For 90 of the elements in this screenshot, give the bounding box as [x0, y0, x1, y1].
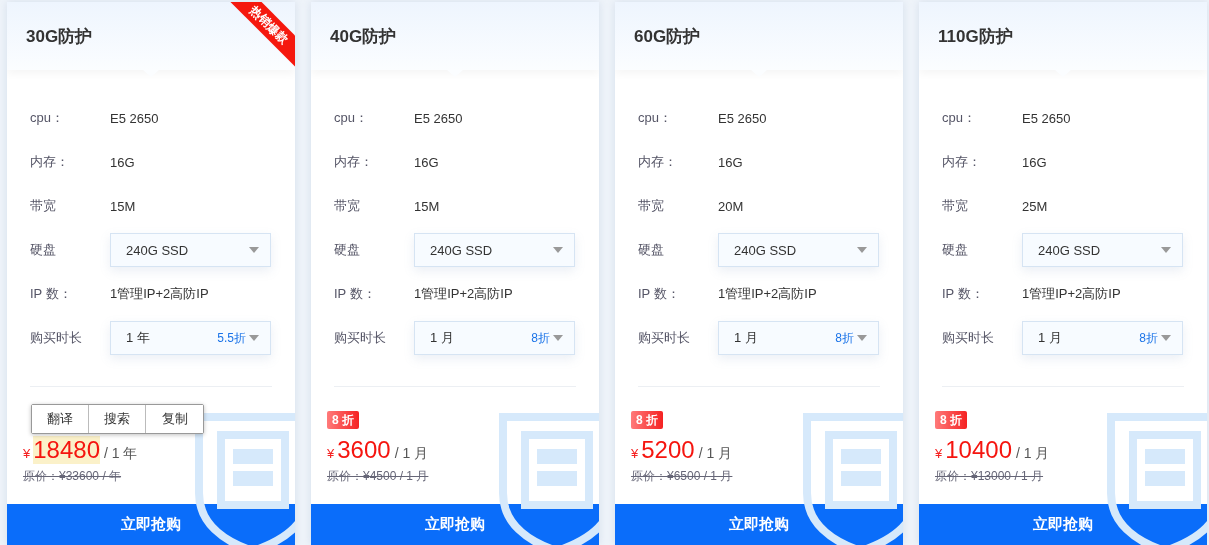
original-price: 原价：¥33600 / 年	[23, 468, 123, 485]
spec-label: cpu：	[334, 109, 369, 127]
buy-button[interactable]: 立即抢购	[311, 504, 599, 545]
original-price: 原价：¥13000 / 1 月	[935, 468, 1045, 485]
spec-label: 内存：	[942, 153, 982, 171]
spec-label: IP 数：	[638, 285, 681, 303]
spec-value: 15M	[414, 198, 440, 214]
spec-label: 硬盘	[334, 241, 361, 259]
spec-value: 1管理IP+2高防IP	[718, 285, 817, 303]
select-field[interactable]: 1 月 8折	[1022, 321, 1183, 355]
buy-button[interactable]: 立即抢购	[7, 504, 295, 545]
spec-label: 购买时长	[30, 329, 83, 347]
spec-label: 带宽	[942, 197, 969, 215]
price-period: / 1 年	[104, 445, 138, 463]
select-field[interactable]: 1 月 8折	[718, 321, 879, 355]
select-field[interactable]: 240G SSD	[1022, 233, 1183, 267]
currency-sign: ¥	[631, 446, 639, 461]
spec-value: 20M	[718, 198, 744, 214]
spec-value: E5 2650	[414, 110, 463, 126]
price: 10400	[945, 436, 1012, 464]
spec-label: 硬盘	[30, 241, 57, 259]
plan-title: 60G防护	[634, 25, 701, 48]
spec-label: 购买时长	[942, 329, 995, 347]
price: 3600	[337, 436, 391, 464]
spec-value: 25M	[1022, 198, 1048, 214]
spec-label: 带宽	[334, 197, 361, 215]
original-price: 原价：¥4500 / 1 月	[327, 468, 430, 485]
shield-icon	[193, 413, 295, 545]
caret-icon	[249, 335, 259, 341]
spec-value: 16G	[110, 154, 135, 170]
caret-icon	[553, 335, 563, 341]
menu-item[interactable]: 复制	[146, 405, 203, 433]
spec-value: 16G	[414, 154, 439, 170]
spec-value: 16G	[1022, 154, 1047, 170]
plan-title: 40G防护	[330, 25, 397, 48]
menu-item[interactable]: 翻译	[32, 405, 89, 433]
spec-value: E5 2650	[718, 110, 767, 126]
shield-icon	[497, 413, 599, 545]
currency-sign: ¥	[23, 446, 31, 461]
currency-sign: ¥	[327, 446, 335, 461]
caret-icon	[857, 335, 867, 341]
currency-sign: ¥	[935, 446, 943, 461]
select-field[interactable]: 240G SSD	[718, 233, 879, 267]
caret-icon	[1161, 335, 1171, 341]
spec-label: cpu：	[638, 109, 673, 127]
caret-icon	[857, 247, 867, 253]
buy-button[interactable]: 立即抢购	[919, 504, 1207, 545]
shield-icon	[1105, 413, 1207, 545]
spec-label: 硬盘	[638, 241, 665, 259]
discount-badge: 8 折	[631, 411, 663, 429]
caret-icon	[1161, 247, 1171, 253]
spec-label: IP 数：	[30, 285, 73, 303]
spec-value: 15M	[110, 198, 136, 214]
spec-label: 购买时长	[638, 329, 691, 347]
spec-value: 1管理IP+2高防IP	[110, 285, 209, 303]
shield-icon	[801, 413, 903, 545]
spec-value: 16G	[718, 154, 743, 170]
price: 5200	[641, 436, 695, 464]
original-price: 原价：¥6500 / 1 月	[631, 468, 734, 485]
price: 18480	[33, 436, 100, 464]
plan-title: 30G防护	[26, 25, 93, 48]
spec-label: 带宽	[638, 197, 665, 215]
spec-value: E5 2650	[1022, 110, 1071, 126]
spec-label: 硬盘	[942, 241, 969, 259]
spec-label: cpu：	[942, 109, 977, 127]
price-period: / 1 月	[698, 445, 733, 463]
plan-title: 110G防护	[938, 25, 1013, 48]
spec-value: E5 2650	[110, 110, 159, 126]
spec-label: 内存：	[30, 153, 70, 171]
spec-label: 带宽	[30, 197, 57, 215]
menu-item[interactable]: 搜索	[89, 405, 146, 433]
spec-label: 内存：	[638, 153, 678, 171]
spec-label: 内存：	[334, 153, 374, 171]
discount-badge: 8 折	[327, 411, 359, 429]
spec-label: IP 数：	[334, 285, 377, 303]
price-period: / 1 月	[394, 445, 429, 463]
select-field[interactable]: 1 年 5.5折	[110, 321, 271, 355]
spec-value: 1管理IP+2高防IP	[1022, 285, 1121, 303]
spec-value: 1管理IP+2高防IP	[414, 285, 513, 303]
buy-button[interactable]: 立即抢购	[615, 504, 903, 545]
spec-label: IP 数：	[942, 285, 985, 303]
select-field[interactable]: 240G SSD	[110, 233, 271, 267]
caret-icon	[553, 247, 563, 253]
spec-label: cpu：	[30, 109, 65, 127]
price-period: / 1 月	[1016, 445, 1050, 463]
select-field[interactable]: 1 月 8折	[414, 321, 575, 355]
discount-badge: 8 折	[935, 411, 967, 429]
spec-label: 购买时长	[334, 329, 387, 347]
select-field[interactable]: 240G SSD	[414, 233, 575, 267]
caret-icon	[249, 247, 259, 253]
